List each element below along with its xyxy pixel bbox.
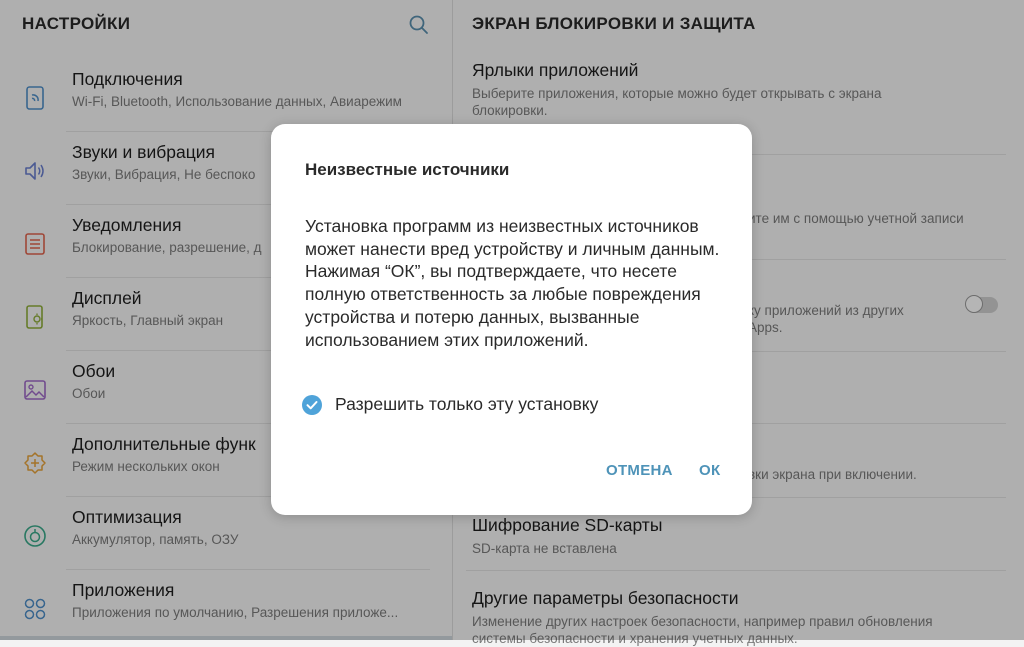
unknown-sources-dialog: Неизвестные источники Установка программ…	[271, 124, 752, 515]
allow-once-label[interactable]: Разрешить только эту установку	[335, 394, 598, 415]
ok-button[interactable]: ОК	[699, 462, 720, 479]
checkmark-icon	[306, 401, 318, 410]
dialog-title: Неизвестные источники	[305, 160, 510, 179]
cancel-button[interactable]: ОТМЕНА	[606, 462, 673, 479]
allow-once-checkbox[interactable]	[302, 395, 322, 415]
dialog-message: Установка программ из неизвестных источн…	[305, 216, 720, 350]
